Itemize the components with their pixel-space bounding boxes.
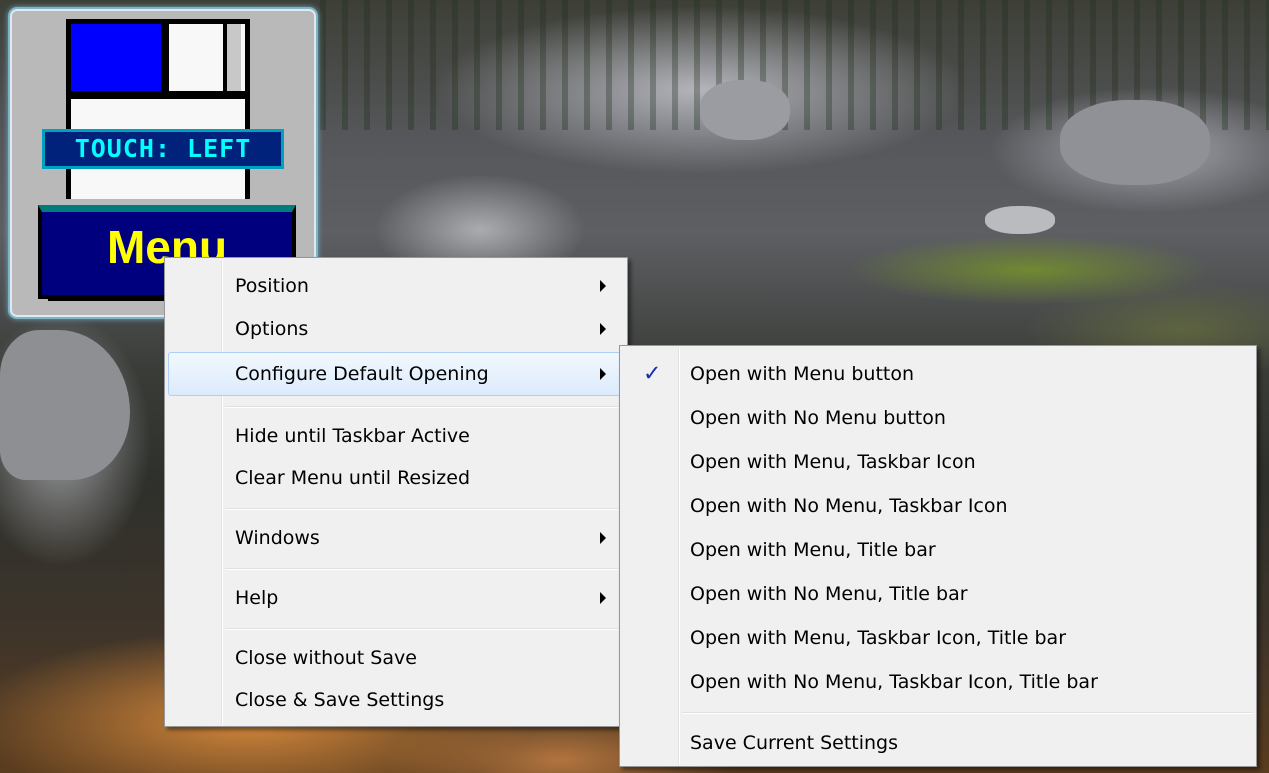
context-menu: Position Options Configure Default Openi…: [164, 257, 628, 727]
menu-item-position[interactable]: Position: [168, 266, 624, 306]
menu-item-label: Windows: [235, 527, 320, 549]
touch-status-label: TOUCH: LEFT: [42, 129, 284, 169]
submenu-item-label: Open with Menu, Taskbar Icon, Title bar: [690, 627, 1067, 649]
wallpaper-rock: [985, 206, 1055, 234]
menu-item-label: Close & Save Settings: [235, 689, 445, 711]
menu-item-label: Hide until Taskbar Active: [235, 425, 470, 447]
menu-item-help[interactable]: Help: [168, 578, 624, 618]
menu-item-configure-default-opening[interactable]: Configure Default Opening: [168, 352, 624, 396]
submenu-item-save-current-settings[interactable]: Save Current Settings: [623, 723, 1253, 763]
submenu-item-label: Open with No Menu button: [690, 407, 946, 429]
menu-item-label: Configure Default Opening: [235, 363, 489, 385]
menu-item-label: Close without Save: [235, 647, 417, 669]
submenu-item-open-with-no-menu-taskbar-icon-title-bar[interactable]: Open with No Menu, Taskbar Icon, Title b…: [623, 662, 1253, 702]
menu-item-label: Help: [235, 587, 279, 609]
submenu-item-open-with-no-menu-title-bar[interactable]: Open with No Menu, Title bar: [623, 574, 1253, 614]
submenu-item-open-with-menu-taskbar-icon[interactable]: Open with Menu, Taskbar Icon: [623, 442, 1253, 482]
menu-separator: [225, 628, 623, 630]
submenu-item-open-with-no-menu-button[interactable]: Open with No Menu button: [623, 398, 1253, 438]
menu-item-windows[interactable]: Windows: [168, 518, 624, 558]
submenu-arrow-icon: [600, 323, 606, 335]
menu-item-label: Position: [235, 275, 309, 297]
menu-item-label: Options: [235, 318, 309, 340]
menu-item-close-without-save[interactable]: Close without Save: [168, 638, 624, 678]
submenu-item-label: Open with No Menu, Taskbar Icon: [690, 495, 1008, 517]
submenu-arrow-icon: [600, 368, 606, 380]
menu-item-clear-menu-until-resized[interactable]: Clear Menu until Resized: [168, 458, 624, 498]
submenu-item-label: Save Current Settings: [690, 732, 899, 754]
submenu-item-open-with-menu-title-bar[interactable]: Open with Menu, Title bar: [623, 530, 1253, 570]
menu-separator: [225, 406, 623, 408]
menu-item-close-and-save-settings[interactable]: Close & Save Settings: [168, 680, 624, 720]
submenu-item-open-with-no-menu-taskbar-icon[interactable]: Open with No Menu, Taskbar Icon: [623, 486, 1253, 526]
submenu-item-open-with-menu-button[interactable]: ✓ Open with Menu button: [623, 354, 1253, 394]
window-icon: [66, 19, 250, 199]
submenu-item-label: Open with Menu, Title bar: [690, 539, 936, 561]
submenu-arrow-icon: [600, 532, 606, 544]
menu-item-label: Clear Menu until Resized: [235, 467, 471, 489]
checkmark-icon: ✓: [643, 361, 662, 387]
submenu-item-label: Open with Menu, Taskbar Icon: [690, 451, 976, 473]
submenu-item-label: Open with No Menu, Taskbar Icon, Title b…: [690, 671, 1098, 693]
submenu-item-label: Open with No Menu, Title bar: [690, 583, 968, 605]
menu-separator: [225, 568, 623, 570]
configure-default-opening-submenu: ✓ Open with Menu button Open with No Men…: [619, 345, 1257, 767]
wallpaper-boulder: [0, 330, 130, 480]
submenu-arrow-icon: [600, 592, 606, 604]
submenu-item-label: Open with Menu button: [690, 363, 915, 385]
menu-separator: [682, 712, 1252, 714]
wallpaper-rock: [700, 80, 790, 140]
menu-item-hide-until-taskbar-active[interactable]: Hide until Taskbar Active: [168, 416, 624, 456]
menu-item-options[interactable]: Options: [168, 309, 624, 349]
menu-separator: [225, 508, 623, 510]
submenu-item-open-with-menu-taskbar-icon-title-bar[interactable]: Open with Menu, Taskbar Icon, Title bar: [623, 618, 1253, 658]
wallpaper-rock: [1060, 100, 1210, 185]
submenu-arrow-icon: [600, 280, 606, 292]
